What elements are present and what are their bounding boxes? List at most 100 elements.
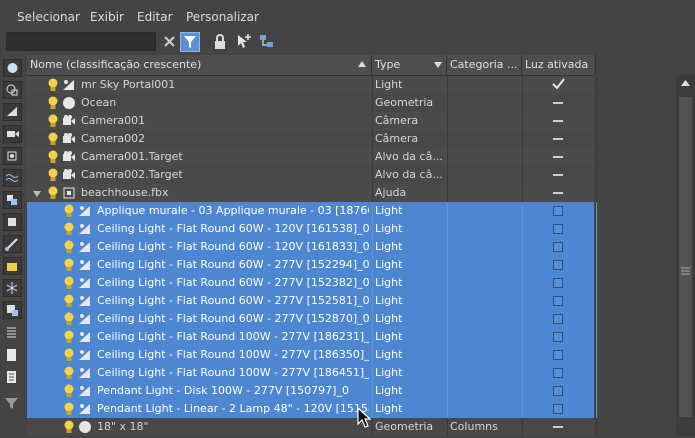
light-enabled-checkbox[interactable] — [553, 296, 563, 306]
row-name[interactable]: Ceiling Light - Flat Round 60W - 277V [1… — [97, 292, 369, 310]
table-row[interactable]: Ceiling Light - Flat Round 60W - 277V [1… — [27, 256, 597, 274]
display-invert-icon[interactable] — [3, 369, 22, 387]
light-enabled-checkbox[interactable] — [553, 332, 563, 342]
column-divider — [522, 184, 523, 202]
row-category — [450, 76, 520, 94]
filter-toggle-icon[interactable] — [180, 32, 200, 52]
lock-icon[interactable] — [210, 32, 230, 52]
table-row[interactable]: beachhouse.fbx Ajuda — [27, 184, 597, 202]
display-spacewarps-icon[interactable] — [3, 169, 22, 187]
display-bones-icon[interactable] — [3, 235, 22, 253]
light-enabled-checkbox[interactable] — [553, 260, 563, 270]
column-divider — [447, 418, 448, 436]
menu-personalizar[interactable]: Personalizar — [186, 10, 259, 24]
light-enabled-checkbox[interactable] — [553, 224, 563, 234]
table-row[interactable]: Ceiling Light - Flat Round 100W - 277V [… — [27, 328, 597, 346]
row-name[interactable]: Camera001.Target — [81, 148, 369, 166]
table-row[interactable]: Pendant Light - Disk 100W - 277V [150797… — [27, 382, 597, 400]
table-row[interactable]: mr Sky Portal001 Light — [27, 76, 597, 95]
scrollbar-thumb[interactable] — [679, 97, 692, 417]
table-row[interactable]: Camera002.Target Alvo da câ... — [27, 166, 597, 184]
light-enabled-checkbox[interactable] — [553, 278, 563, 288]
row-name[interactable]: Ceiling Light - Flat Round 100W - 277V [… — [97, 346, 369, 364]
table-row[interactable]: Ceiling Light - Flat Round 100W - 277V [… — [27, 346, 597, 364]
column-divider — [596, 112, 597, 130]
clear-search-icon[interactable] — [160, 32, 180, 52]
display-lights-icon[interactable] — [3, 103, 22, 121]
column-divider — [447, 346, 448, 364]
display-geometry-icon[interactable] — [3, 59, 22, 77]
table-row[interactable]: Ceiling Light - Flat Round 60W - 277V [1… — [27, 292, 597, 310]
display-xrefs-icon[interactable] — [3, 213, 22, 231]
row-name[interactable]: Ceiling Light - Flat Round 60W - 277V [1… — [97, 310, 369, 328]
row-name[interactable]: Ceiling Light - Flat Round 60W - 277V [1… — [97, 256, 369, 274]
search-input[interactable] — [6, 32, 156, 51]
menu-exibir[interactable]: Exibir — [90, 10, 124, 24]
display-containers-icon[interactable] — [3, 257, 22, 275]
display-groups-icon[interactable] — [3, 191, 22, 209]
display-hidden-icon[interactable] — [3, 301, 22, 319]
column-divider — [596, 220, 597, 238]
column-divider — [447, 256, 448, 274]
table-row[interactable]: Applique murale - 03 Applique murale - 0… — [27, 202, 597, 220]
column-divider — [447, 130, 448, 148]
light-enabled-checkbox[interactable] — [553, 368, 563, 378]
row-name[interactable]: Camera002 — [81, 130, 369, 148]
collapse-arrow-icon[interactable] — [33, 191, 41, 197]
table-row[interactable]: Ceiling Light - Flat Round 60W - 277V [1… — [27, 274, 597, 292]
add-selection-icon[interactable] — [234, 32, 254, 52]
table-row[interactable]: Ceiling Light - Flat Round 60W - 120V [1… — [27, 220, 597, 238]
table-row[interactable]: Ceiling Light - Flat Round 60W - 120V [1… — [27, 238, 597, 256]
filter-options-icon[interactable] — [3, 395, 22, 413]
row-name[interactable]: Ceiling Light - Flat Round 60W - 120V [1… — [97, 220, 369, 238]
display-frozen-icon[interactable] — [3, 279, 22, 297]
column-name-header[interactable]: Nome (classificação crescente) — [27, 55, 372, 75]
display-shapes-icon[interactable] — [3, 81, 22, 99]
table-row[interactable]: Pendant Light - Linear - 2 Lamp 48" - 12… — [27, 400, 597, 418]
light-enabled-checkmark-icon[interactable] — [551, 77, 565, 95]
column-divider — [372, 94, 373, 112]
light-enabled-checkbox[interactable] — [553, 242, 563, 252]
column-divider — [447, 184, 448, 202]
vertical-scrollbar[interactable] — [676, 75, 695, 436]
row-name[interactable]: Ceiling Light - Flat Round 60W - 277V [1… — [97, 274, 369, 292]
table-row[interactable]: 18" x 18" Geometria Columns — [27, 418, 597, 438]
light-enabled-checkbox[interactable] — [553, 386, 563, 396]
row-name[interactable]: Applique murale - 03 Applique murale - 0… — [97, 202, 369, 220]
table-row[interactable]: Camera002 Câmera — [27, 130, 597, 148]
light-enabled-checkbox[interactable] — [553, 350, 563, 360]
table-row[interactable]: Camera001.Target Alvo da câ... — [27, 148, 597, 166]
display-helpers-icon[interactable] — [3, 147, 22, 165]
row-name[interactable]: Pendant Light - Linear - 2 Lamp 48" - 12… — [97, 400, 369, 418]
table-row[interactable]: Ceiling Light - Flat Round 60W - 277V [1… — [27, 310, 597, 328]
scroll-up-icon[interactable] — [681, 79, 690, 87]
row-name[interactable]: Ocean — [81, 94, 369, 112]
row-name[interactable]: Pendant Light - Disk 100W - 277V [150797… — [97, 382, 369, 400]
row-name[interactable]: Camera001 — [81, 112, 369, 130]
column-light-header[interactable]: Luz ativada — [522, 55, 596, 75]
display-none-icon[interactable] — [3, 347, 22, 365]
hierarchy-icon[interactable] — [257, 32, 277, 52]
menu-editar[interactable]: Editar — [137, 10, 173, 24]
table-row[interactable]: Ocean Geometria — [27, 94, 597, 112]
column-type-header[interactable]: Type — [372, 55, 447, 75]
column-divider — [372, 238, 373, 256]
display-all-icon[interactable] — [3, 325, 22, 343]
table-row[interactable]: Camera001 Câmera — [27, 112, 597, 130]
column-category-header[interactable]: Categoria ... — [447, 55, 522, 75]
row-name[interactable]: 18" x 18" — [97, 418, 369, 436]
row-name[interactable]: mr Sky Portal001 — [81, 76, 369, 94]
row-name[interactable]: Ceiling Light - Flat Round 60W - 120V [1… — [97, 238, 369, 256]
row-name[interactable]: beachhouse.fbx — [81, 184, 369, 202]
menu-selecionar[interactable]: Selecionar — [17, 10, 80, 24]
display-cameras-icon[interactable] — [3, 125, 22, 143]
row-name[interactable]: Ceiling Light - Flat Round 100W - 277V [… — [97, 328, 369, 346]
column-divider — [372, 166, 373, 184]
light-enabled-checkbox[interactable] — [553, 206, 563, 216]
light-enabled-checkbox[interactable] — [553, 404, 563, 414]
lightbulb-toggle-icon[interactable] — [63, 420, 75, 438]
row-name[interactable]: Ceiling Light - Flat Round 100W - 277V [… — [97, 364, 369, 382]
light-enabled-checkbox[interactable] — [553, 314, 563, 324]
table-row[interactable]: Ceiling Light - Flat Round 100W - 277V [… — [27, 364, 597, 382]
row-name[interactable]: Camera002.Target — [81, 166, 369, 184]
